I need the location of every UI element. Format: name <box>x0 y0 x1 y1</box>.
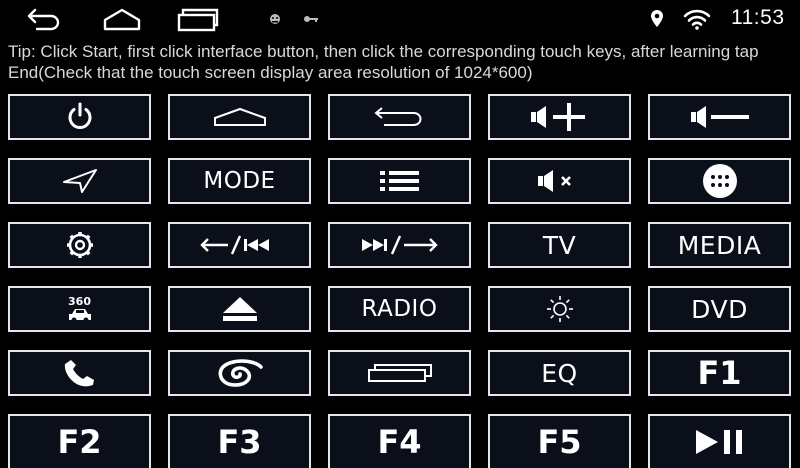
key-label: EQ <box>541 358 578 388</box>
back-icon <box>373 107 421 126</box>
key-eject[interactable] <box>168 286 311 332</box>
key-volume-down[interactable] <box>648 94 791 140</box>
key-navigation[interactable] <box>8 158 151 204</box>
brightness-icon <box>546 296 573 322</box>
key-f2[interactable]: F2 <box>8 414 151 468</box>
key-play-pause[interactable] <box>648 414 791 468</box>
recent-apps-icon <box>367 364 432 382</box>
key-label: F4 <box>377 423 422 461</box>
phone-icon <box>64 360 94 387</box>
key-f5[interactable]: F5 <box>488 414 631 468</box>
wifi-icon <box>682 3 712 35</box>
key-next[interactable] <box>328 222 471 268</box>
location-icon <box>648 3 666 35</box>
volume-up-icon <box>530 103 585 131</box>
navigation-icon <box>62 169 97 193</box>
key-label: F1 <box>697 354 742 392</box>
key-tv[interactable]: TV <box>488 222 631 268</box>
key-label: F2 <box>57 423 102 461</box>
key-volume-up[interactable] <box>488 94 631 140</box>
key-brightness[interactable] <box>488 286 631 332</box>
key-label: RADIO <box>361 296 438 322</box>
key-label: MEDIA <box>677 230 762 260</box>
eject-icon <box>222 297 257 321</box>
play-pause-icon <box>695 430 742 454</box>
nav-back-button[interactable] <box>25 3 65 35</box>
key-mode[interactable]: MODE <box>168 158 311 204</box>
key-dvd[interactable]: DVD <box>648 286 791 332</box>
camera-360-icon: 360 <box>67 296 93 323</box>
screen: 11:53 Tip: Click Start, first click inte… <box>0 0 800 468</box>
key-swirl[interactable] <box>168 350 311 396</box>
tip-text: Tip: Click Start, first click interface … <box>8 42 759 82</box>
status-bar: 11:53 <box>0 0 800 38</box>
home-icon <box>213 107 266 126</box>
key-apps[interactable] <box>648 158 791 204</box>
key-back[interactable] <box>328 94 471 140</box>
key-label: TV <box>542 230 577 260</box>
nav-recent-apps-button[interactable] <box>176 3 220 35</box>
key-home[interactable] <box>168 94 311 140</box>
settings-icon <box>66 232 93 258</box>
menu-list-icon <box>379 171 419 191</box>
key-360-camera[interactable]: 360 <box>8 286 151 332</box>
apps-icon <box>702 164 737 198</box>
key-menu[interactable] <box>328 158 471 204</box>
key-phone[interactable] <box>8 350 151 396</box>
key-mute[interactable] <box>488 158 631 204</box>
home-icon <box>103 8 141 31</box>
key-label: F3 <box>217 423 262 461</box>
volume-down-icon <box>690 106 749 128</box>
key-previous[interactable] <box>168 222 311 268</box>
camera-360-label: 360 <box>68 294 91 308</box>
key-eq[interactable]: EQ <box>488 350 631 396</box>
key-radio[interactable]: RADIO <box>328 286 471 332</box>
mute-icon <box>537 170 571 192</box>
key-label: F5 <box>537 423 582 461</box>
power-icon <box>68 102 91 129</box>
key-power[interactable] <box>8 94 151 140</box>
clock: 11:53 <box>731 6 785 29</box>
android-debug-icon <box>268 3 282 35</box>
key-f1[interactable]: F1 <box>648 350 791 396</box>
recent-apps-icon <box>177 8 219 32</box>
nav-home-button[interactable] <box>100 3 144 35</box>
swirl-icon <box>218 359 263 387</box>
key-icon <box>302 3 320 35</box>
key-f4[interactable]: F4 <box>328 414 471 468</box>
next-track-icon <box>361 235 438 255</box>
key-recent-apps[interactable] <box>328 350 471 396</box>
key-f3[interactable]: F3 <box>168 414 311 468</box>
key-settings[interactable] <box>8 222 151 268</box>
back-icon <box>27 8 60 31</box>
key-label: DVD <box>691 294 748 324</box>
previous-track-icon <box>199 235 269 255</box>
key-label: MODE <box>203 168 276 194</box>
key-media[interactable]: MEDIA <box>648 222 791 268</box>
